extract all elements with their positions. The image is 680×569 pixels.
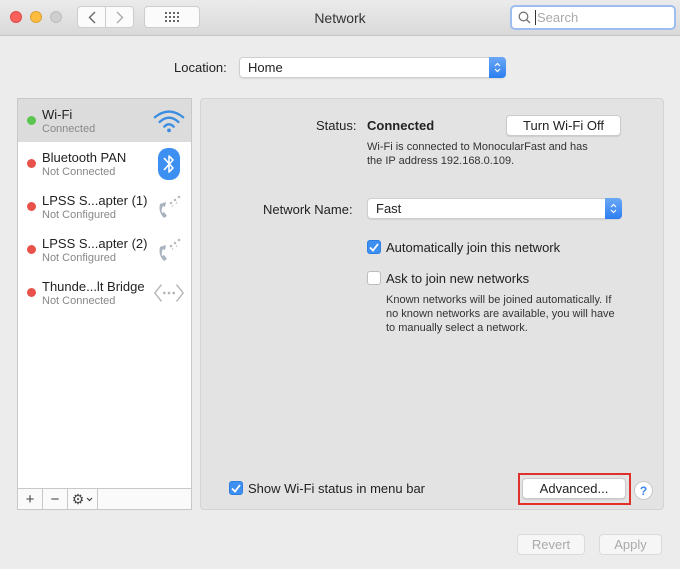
status-dot	[27, 288, 36, 297]
apply-button[interactable]: Apply	[599, 534, 662, 555]
status-dot	[27, 116, 36, 125]
minimize-button[interactable]	[30, 11, 42, 23]
updown-chevron-icon	[489, 57, 506, 78]
action-menu-button[interactable]: ⚙	[68, 489, 98, 509]
revert-button[interactable]: Revert	[517, 534, 585, 555]
service-item-wifi[interactable]: Wi-Fi Connected	[18, 99, 191, 142]
status-description-line: Wi-Fi is connected to MonocularFast and …	[367, 141, 588, 153]
show-wifi-status-label[interactable]: Show Wi-Fi status in menu bar	[248, 481, 425, 496]
status-description: Wi-Fi is connected to MonocularFast and …	[367, 140, 588, 168]
bluetooth-icon	[153, 148, 185, 180]
ask-join-label[interactable]: Ask to join new networks	[386, 271, 529, 286]
status-dot	[27, 245, 36, 254]
phone-icon	[153, 191, 185, 223]
zoom-button[interactable]	[50, 11, 62, 23]
ask-join-description: Known networks will be joined automatica…	[386, 293, 615, 335]
location-value: Home	[248, 60, 283, 75]
ask-join-description-line: no known networks are available, you wil…	[386, 308, 615, 320]
network-name-popup[interactable]: Fast	[367, 198, 622, 219]
add-service-button[interactable]: +	[18, 489, 43, 509]
thunderbolt-bridge-icon	[153, 277, 185, 309]
service-item-bluetooth-pan[interactable]: Bluetooth PAN Not Connected	[18, 142, 191, 185]
gear-icon: ⚙	[71, 490, 85, 507]
phone-icon	[153, 234, 185, 266]
service-name: Thunde...lt Bridge	[42, 279, 145, 294]
service-status: Not Configured	[42, 209, 116, 221]
show-wifi-status-checkbox[interactable]	[229, 481, 243, 495]
service-list-toolbar: + − ⚙	[18, 488, 191, 509]
service-status: Not Configured	[42, 252, 116, 264]
service-status: Connected	[42, 123, 96, 135]
status-dot	[27, 159, 36, 168]
service-list: Wi-Fi Connected Bluetooth PAN Not Connec…	[17, 98, 192, 510]
help-button[interactable]: ?	[634, 481, 653, 500]
service-name: LPSS S...apter (1)	[42, 193, 148, 208]
updown-chevron-icon	[605, 198, 622, 219]
service-status: Not Connected	[42, 295, 116, 307]
auto-join-label[interactable]: Automatically join this network	[386, 240, 560, 255]
show-all-button[interactable]	[144, 6, 200, 28]
grid-icon	[165, 12, 179, 22]
network-name-label: Network Name:	[263, 202, 353, 217]
remove-service-button[interactable]: −	[43, 489, 68, 509]
chevron-left-icon	[88, 11, 95, 23]
wifi-icon	[153, 105, 185, 137]
ask-join-description-line: to manually select a network.	[386, 322, 528, 334]
status-dot	[27, 202, 36, 211]
service-item-thunderbolt-bridge[interactable]: Thunde...lt Bridge Not Connected	[18, 271, 191, 314]
service-name: Wi-Fi	[42, 107, 73, 122]
checkmark-icon	[369, 242, 379, 252]
service-status: Not Connected	[42, 166, 116, 178]
title-bar: Network	[0, 0, 680, 36]
search-field[interactable]	[510, 5, 676, 30]
chevron-right-icon	[116, 11, 123, 23]
back-button[interactable]	[77, 6, 106, 28]
turn-wifi-off-button[interactable]: Turn Wi-Fi Off	[506, 115, 621, 136]
network-name-value: Fast	[376, 201, 402, 216]
status-description-line: the IP address 192.168.0.109.	[367, 155, 515, 167]
service-name: LPSS S...apter (2)	[42, 236, 148, 251]
close-button[interactable]	[10, 11, 22, 23]
search-input[interactable]	[535, 10, 665, 25]
service-item-lpss-1[interactable]: LPSS S...apter (1) Not Configured	[18, 185, 191, 228]
status-value: Connected	[367, 118, 435, 133]
forward-button[interactable]	[106, 6, 134, 28]
status-label: Status:	[316, 118, 357, 133]
service-item-lpss-2[interactable]: LPSS S...apter (2) Not Configured	[18, 228, 191, 271]
service-name: Bluetooth PAN	[42, 150, 127, 165]
checkmark-icon	[231, 483, 241, 493]
location-label: Location:	[174, 60, 227, 75]
location-popup[interactable]: Home	[239, 57, 506, 78]
ask-join-checkbox[interactable]	[367, 271, 381, 285]
chevron-down-icon	[86, 497, 93, 501]
detail-panel: Status: Connected Turn Wi-Fi Off Wi-Fi i…	[200, 98, 664, 510]
auto-join-checkbox[interactable]	[367, 240, 381, 254]
ask-join-description-line: Known networks will be joined automatica…	[386, 294, 612, 306]
search-icon	[518, 11, 531, 24]
advanced-highlight-box	[518, 473, 631, 505]
